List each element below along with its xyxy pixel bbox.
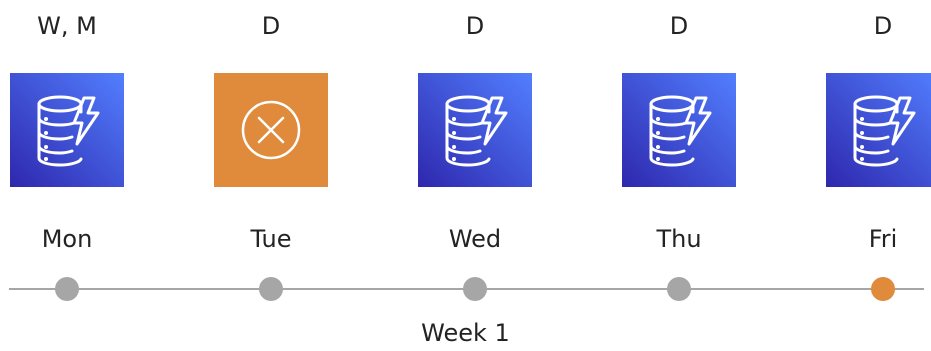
week-label: Week 1 [421, 319, 510, 347]
database-lightning-icon [826, 73, 931, 187]
database-lightning-icon [622, 73, 736, 187]
backup-success-tile [418, 73, 532, 187]
backup-type-label: D [873, 12, 893, 40]
backup-type-label: W, M [37, 12, 97, 40]
database-lightning-icon [418, 73, 532, 187]
backup-success-tile [826, 73, 931, 187]
day-label: Fri [868, 225, 898, 253]
timeline-dot-fri [871, 277, 895, 301]
day-label: Wed [448, 225, 502, 253]
backup-failed-tile [214, 73, 328, 187]
timeline-dot-thu [667, 277, 691, 301]
database-lightning-icon [10, 73, 124, 187]
timeline-dot-mon [55, 277, 79, 301]
backup-type-label: D [465, 12, 485, 40]
timeline-dot-tue [259, 277, 283, 301]
day-column-fri: D Fri [813, 0, 931, 351]
timeline-dot-wed [463, 277, 487, 301]
backup-success-tile [10, 73, 124, 187]
day-label: Tue [250, 225, 292, 253]
backup-type-label: D [669, 12, 689, 40]
day-label: Thu [656, 225, 702, 253]
backup-success-tile [622, 73, 736, 187]
backup-type-label: D [261, 12, 281, 40]
day-label: Mon [41, 225, 93, 253]
circle-x-icon [214, 73, 328, 187]
